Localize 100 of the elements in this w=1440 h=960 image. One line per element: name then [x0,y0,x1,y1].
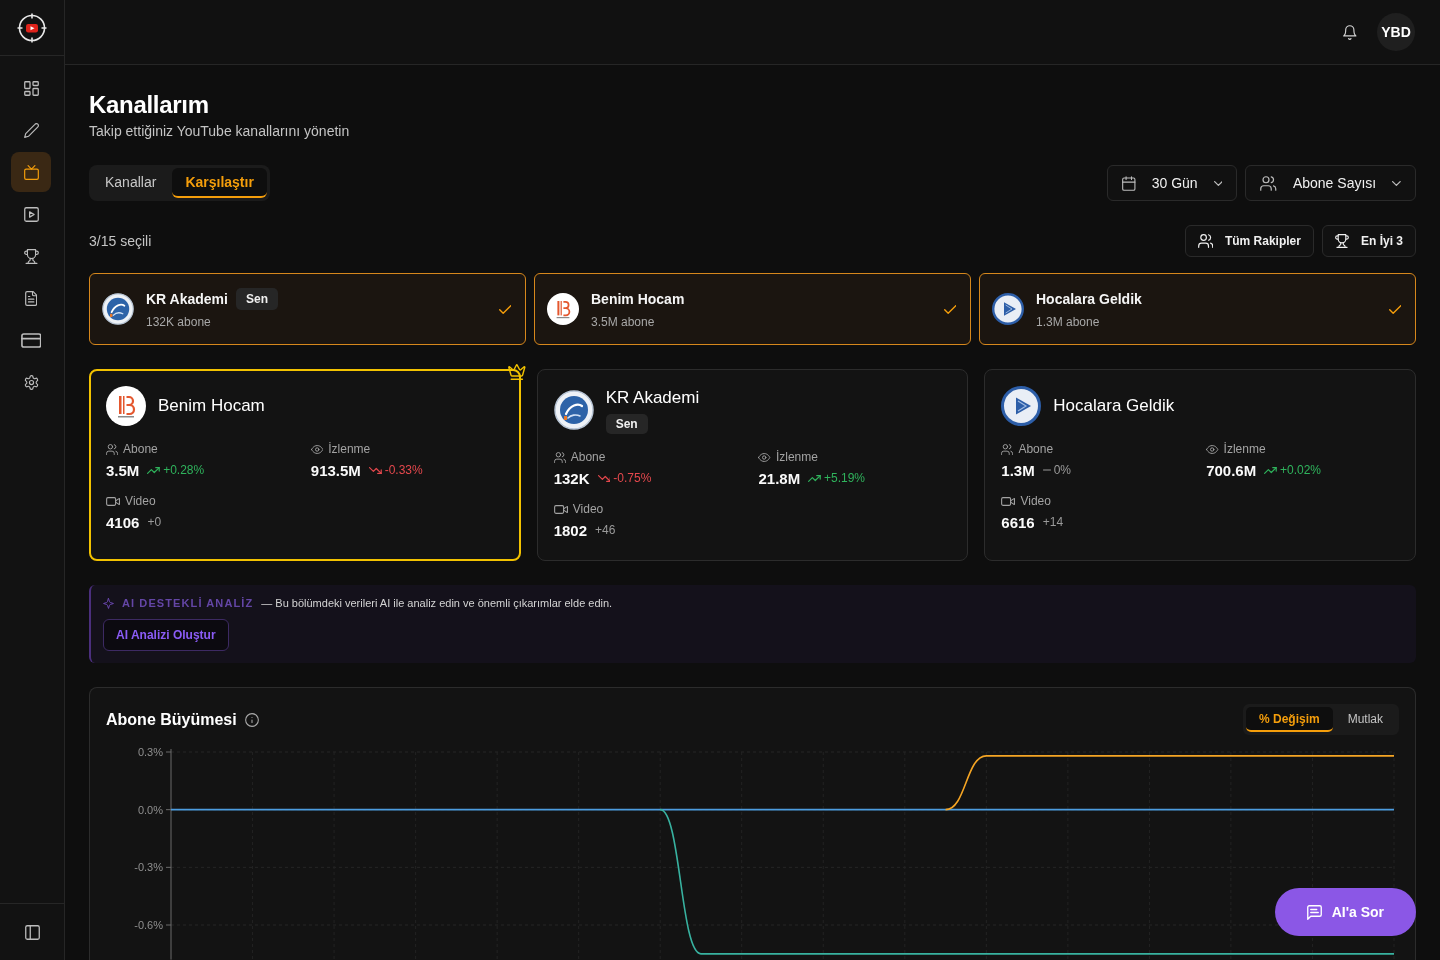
stat-value: 132K [553,469,590,487]
stat-change: -0.75% [613,471,652,485]
settings-icon [23,374,39,390]
trend-up-icon [147,466,161,474]
document-icon [24,290,38,306]
channel-name: Hocalara Geldik [1036,290,1142,307]
calendar-icon [1122,175,1136,191]
axis-tick-label: 0.0% [137,803,163,816]
stat-value: 700.6M [1206,461,1257,479]
stat-value: 913.5M [310,461,361,479]
stat-change: +0.02% [1280,463,1322,477]
subscriber-count: 1.3M abone [1036,313,1100,330]
users-icon [1197,234,1213,248]
all-rivals-button[interactable]: Tüm Rakipler [1184,225,1314,257]
stat-change: +46 [595,523,616,537]
trend-up-icon [808,474,821,482]
stat-change: +14 [1042,515,1064,529]
tab[interactable]: Karşılaştır [172,168,267,198]
ai-section-description: — Bu bölümdeki verileri AI ile analiz edin ve önemli çıkarımlar elde edin. [261,597,613,609]
chat-icon [1306,904,1322,920]
trend-down-icon [597,474,611,482]
ask-ai-button[interactable]: AI'a Sor [1274,888,1416,936]
sidebar-toggle-icon[interactable] [24,924,40,940]
stat-label: Abone [570,450,606,464]
axis-tick-label: -0.6% [134,919,163,931]
trend-up-icon [1264,466,1277,474]
owner-badge: Sen [605,414,648,434]
channel-name: KR Akademi [605,387,700,409]
trophy-icon [23,248,39,264]
stat-value: 3.5M [106,461,140,479]
page-title: Kanallarım [89,90,210,120]
channel-name: KR Akademi [146,290,228,307]
stat-value: 1802 [553,521,588,539]
top-three-button[interactable]: En İyi 3 [1321,225,1416,257]
video-camera-icon [106,496,121,506]
video-camera-icon [1001,496,1016,506]
stat-change: 0% [1053,463,1072,477]
chevron-down-icon [1392,180,1401,186]
chart-title: Abone Büyümesi [106,710,237,729]
stat-label: Video [125,494,156,508]
generate-analysis-button[interactable]: AI Analizi Oluştur [103,619,229,651]
subscriber-count: 132K abone [146,313,211,330]
stat-value: 1.3M [1001,461,1035,479]
logo-icon[interactable] [17,12,47,43]
mode-toggle[interactable]: Mutlak [1334,707,1396,732]
user-avatar[interactable]: YBD [1377,13,1415,51]
tv-icon [23,164,39,180]
play-logo-icon [992,293,1024,325]
grid-icon [23,80,39,96]
axis-tick-label: 0.3% [137,746,163,758]
check-icon [1388,304,1401,314]
selected-channel-card[interactable]: Benim Hocam 3.5M abone [534,273,971,345]
selected-channel-card[interactable]: KR Akademi Sen 132K abone [89,273,526,345]
channel-name: Benim Hocam [591,290,685,307]
stripes-logo-icon [106,386,146,426]
check-icon [498,304,511,314]
stat-label: Abone [123,442,158,456]
credit-card-icon [20,332,42,348]
stat-label: İzlenme [775,450,818,464]
stat-label: Video [572,502,604,516]
selection-count: 3/15 seçili [89,233,152,249]
pencil-icon [23,122,39,138]
stat-change: -0.33% [384,463,423,477]
selected-channel-card[interactable]: Hocalara Geldik 1.3M abone [979,273,1416,345]
dash-icon [1042,469,1051,471]
emblem-logo-icon [553,390,594,430]
info-icon [244,712,259,727]
users-icon [106,443,119,455]
metric-dropdown[interactable]: Abone Sayısı [1245,165,1416,201]
play-logo-icon [1001,386,1042,426]
axis-tick-label: -0.3% [134,861,163,874]
channel-name: Benim Hocam [158,395,265,417]
stat-label: İzlenme [1223,442,1266,456]
users-icon [553,451,566,463]
stat-value: 6616 [1001,513,1035,531]
eye-icon [310,444,324,454]
play-square-icon [23,206,39,222]
tab[interactable]: Kanallar [92,168,170,198]
users-icon [1001,443,1014,455]
eye-icon [1206,444,1219,454]
chevron-down-icon [1213,180,1223,186]
sidebar-item[interactable] [11,152,51,192]
users-icon [1260,175,1277,191]
mode-toggle[interactable]: % Değişim [1245,707,1333,732]
bell-icon[interactable] [1343,24,1357,40]
ai-section-title: AI DESTEKLİ ANALİZ [122,597,254,609]
stripes-logo-icon [547,293,579,325]
stat-label: Abone [1018,442,1054,456]
page-subtitle: Takip ettiğiniz YouTube kanallarını yönetin [89,122,351,141]
subscriber-count: 3.5M abone [591,313,655,330]
stat-value: 21.8M [758,469,801,487]
trophy-icon [1334,234,1349,248]
sparkle-icon [103,597,114,609]
stat-change: +5.19% [824,471,866,485]
date-range-dropdown[interactable]: 30 Gün [1107,165,1238,201]
trend-down-icon [368,466,382,474]
channel-name: Hocalara Geldik [1053,395,1175,417]
stat-change: +0 [147,515,162,529]
stat-value: 4106 [106,513,140,531]
stat-label: İzlenme [328,442,371,456]
